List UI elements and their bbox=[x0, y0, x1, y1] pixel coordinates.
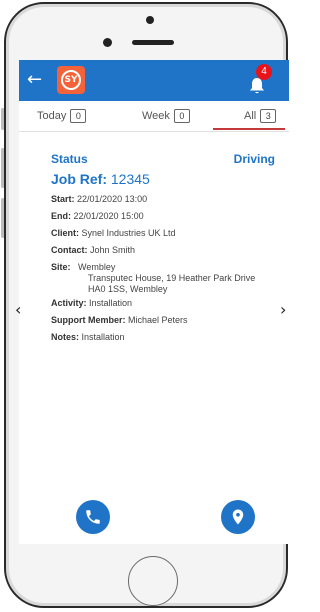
tab-count: 3 bbox=[260, 109, 277, 123]
site-line: HA0 1SS, Wembley bbox=[88, 284, 168, 294]
field-key: Contact: bbox=[51, 245, 88, 255]
job-ref-label: Job Ref: bbox=[51, 171, 107, 187]
phone-frame: ← SY 4 Today 0 Week 0 All 3 Status Drivi… bbox=[0, 0, 296, 612]
client-row: Client: Synel Industries UK Ltd bbox=[51, 228, 176, 239]
notification-badge: 4 bbox=[256, 64, 272, 80]
support-member-row: Support Member: Michael Peters bbox=[51, 315, 188, 326]
field-key: Activity: bbox=[51, 298, 87, 308]
company-logo: SY bbox=[57, 66, 85, 94]
field-value: Michael Peters bbox=[128, 315, 188, 325]
app-header: ← SY 4 bbox=[19, 60, 289, 101]
site-line: Transputec House, 19 Heather Park Drive bbox=[88, 273, 256, 283]
logo-mark: SY bbox=[61, 70, 81, 90]
field-key: Notes: bbox=[51, 332, 80, 342]
tab-today[interactable]: Today 0 bbox=[37, 109, 87, 123]
tab-bar: Today 0 Week 0 All 3 bbox=[19, 101, 289, 132]
tab-count: 0 bbox=[173, 109, 190, 123]
phone-icon bbox=[86, 510, 100, 524]
tab-label: Week bbox=[142, 110, 170, 122]
start-row: Start: 22/01/2020 13:00 bbox=[51, 194, 147, 205]
location-button[interactable] bbox=[221, 500, 255, 534]
tab-week[interactable]: Week 0 bbox=[142, 109, 190, 123]
app-screen: ← SY 4 Today 0 Week 0 All 3 Status Drivi… bbox=[19, 60, 289, 544]
activity-row: Activity: Installation bbox=[51, 298, 132, 309]
selected-tab-indicator bbox=[213, 128, 285, 130]
contact-row: Contact: John Smith bbox=[51, 245, 135, 256]
status-value: Driving bbox=[233, 152, 275, 166]
field-key: Site: bbox=[51, 262, 71, 272]
next-job-arrow[interactable]: › bbox=[280, 300, 286, 319]
end-row: End: 22/01/2020 15:00 bbox=[51, 211, 144, 222]
previous-job-arrow[interactable]: ‹ bbox=[15, 300, 21, 319]
site-line: Wembley bbox=[78, 262, 116, 272]
earpiece-speaker bbox=[132, 40, 174, 45]
field-key: Client: bbox=[51, 228, 79, 238]
field-value: Synel Industries UK Ltd bbox=[81, 228, 176, 238]
location-pin-icon bbox=[232, 509, 244, 525]
tab-count: 0 bbox=[70, 109, 87, 123]
site-address: Wembley Transputec House, 19 Heather Par… bbox=[78, 262, 255, 295]
field-key: End: bbox=[51, 211, 71, 221]
status-label: Status bbox=[51, 152, 88, 166]
tab-all[interactable]: All 3 bbox=[244, 109, 277, 123]
field-value: 22/01/2020 15:00 bbox=[73, 211, 144, 221]
front-camera bbox=[103, 38, 112, 47]
tab-label: Today bbox=[37, 110, 67, 122]
sensor-dot bbox=[146, 16, 154, 24]
field-value: Installation bbox=[89, 298, 133, 308]
call-button[interactable] bbox=[76, 500, 110, 534]
field-value: 22/01/2020 13:00 bbox=[77, 194, 148, 204]
field-key: Support Member: bbox=[51, 315, 126, 325]
job-ref: Job Ref: 12345 bbox=[51, 171, 150, 187]
tab-label: All bbox=[244, 110, 257, 122]
home-button[interactable] bbox=[128, 556, 178, 606]
site-key: Site: bbox=[51, 262, 71, 273]
field-key: Start: bbox=[51, 194, 75, 204]
field-value: John Smith bbox=[90, 245, 136, 255]
back-arrow-icon[interactable]: ← bbox=[27, 70, 42, 90]
notes-row: Notes: Installation bbox=[51, 332, 125, 343]
field-value: Installation bbox=[81, 332, 125, 342]
job-ref-value: 12345 bbox=[110, 171, 150, 187]
